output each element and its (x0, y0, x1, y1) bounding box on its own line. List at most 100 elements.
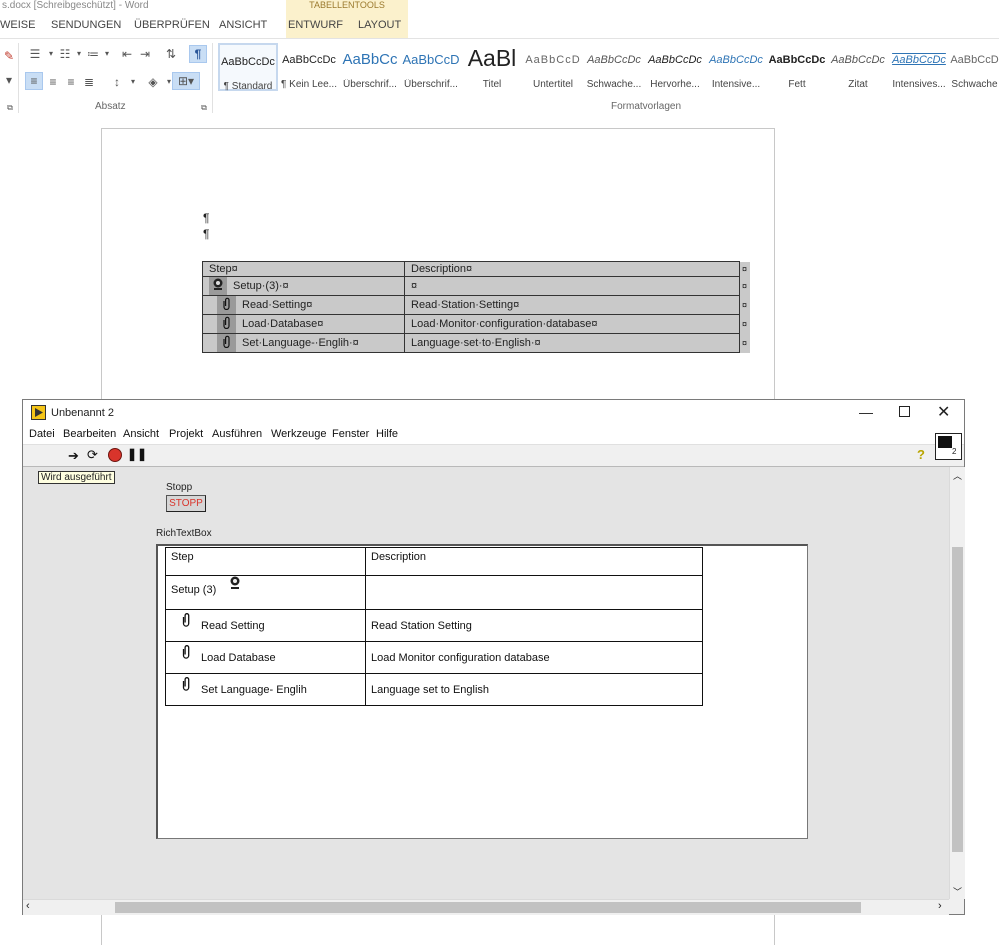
end-of-row-mark: ¤ (739, 333, 750, 353)
labview-toolbar: ➔ ⟳ ❚❚ ? 2 (23, 433, 964, 467)
style-fett[interactable]: AaBbCcDc Fett (767, 43, 827, 91)
vi-icon[interactable]: 2 (935, 433, 962, 460)
running-tooltip: Wird ausgeführt (38, 471, 115, 484)
vertical-scroll-thumb[interactable] (952, 547, 963, 852)
table-row: Load·Database¤ Load·Monitor·configuratio… (202, 314, 750, 334)
richtextbox-label: RichTextBox (156, 528, 212, 539)
style-ueberschrift-1[interactable]: AaBbCc Überschrif... (340, 43, 400, 91)
tab-entwurf[interactable]: ENTWURF (288, 19, 343, 31)
menu-ausfuehren[interactable]: Ausführen (212, 428, 262, 440)
table-cell[interactable]: Language·set·to·English·¤ (404, 333, 740, 353)
table-cell[interactable]: Load·Database¤ (202, 314, 405, 334)
table-cell[interactable]: Set·Language-·Englih·¤ (202, 333, 405, 353)
tab-weise[interactable]: WEISE (0, 19, 35, 31)
menu-werkzeuge[interactable]: Werkzeuge (271, 428, 326, 440)
table-cell[interactable]: Read·Station·Setting¤ (404, 295, 740, 315)
tab-sendungen[interactable]: SENDUNGEN (51, 19, 121, 31)
style-intensives-zitat[interactable]: AaBbCcDc Intensives... (889, 43, 949, 91)
paperclip-icon (217, 315, 236, 333)
style-standard[interactable]: AaBbCcDc ¶ Standard (218, 43, 278, 92)
minimize-icon[interactable]: — (859, 404, 873, 420)
show-formatting-marks-icon[interactable]: ¶ (189, 45, 207, 63)
format-painter-icon[interactable]: ✎ (0, 47, 18, 65)
context-help-icon[interactable]: ? (917, 447, 925, 462)
tab-layout[interactable]: LAYOUT (358, 19, 401, 31)
sort-icon[interactable]: ⇅ (162, 45, 180, 63)
tab-ansicht[interactable]: ANSICHT (219, 19, 267, 31)
horizontal-scrollbar[interactable]: ‹ › (23, 899, 949, 915)
labview-title-bar[interactable]: Unbenannt 2 — ✕ (23, 400, 964, 426)
table-cell[interactable]: Read Setting (165, 609, 366, 642)
style-untertitel[interactable]: AaBbCcD Untertitel (523, 43, 583, 91)
table-cell[interactable]: Load Database (165, 641, 366, 674)
table-header-cell[interactable]: Step¤ (202, 261, 405, 277)
style-intensive-hervorhebung[interactable]: AaBbCcDc Intensive... (706, 43, 766, 91)
webcam-icon (209, 277, 227, 295)
run-arrow-icon[interactable]: ➔ (68, 448, 79, 464)
table-cell[interactable]: Load·Monitor·configuration·database¤ (404, 314, 740, 334)
align-left-icon[interactable]: ≡ (25, 72, 43, 90)
table-cell[interactable]: Read·Setting¤ (202, 295, 405, 315)
style-kein-leerraum[interactable]: AaBbCcDc ¶ Kein Lee... (279, 43, 339, 91)
close-icon[interactable]: ✕ (937, 402, 950, 422)
table-row: Set·Language-·Englih·¤ Language·set·to·E… (202, 333, 750, 353)
horizontal-scroll-thumb[interactable] (115, 902, 861, 913)
paperclip-icon (181, 612, 191, 630)
table-cell[interactable]: Language set to English (365, 673, 703, 706)
dropdown-arrow-icon[interactable]: ▾ (0, 71, 18, 89)
scroll-down-icon[interactable]: ﹀ (953, 885, 962, 898)
table-row: Set Language- Englih Language set to Eng… (165, 673, 703, 706)
style-zitat[interactable]: AaBbCcDc Zitat (828, 43, 888, 91)
style-titel[interactable]: AaBl Titel (462, 43, 522, 91)
align-right-icon[interactable]: ≡ (62, 73, 80, 91)
tab-ueberpruefen[interactable]: ÜBERPRÜFEN (134, 19, 210, 31)
scroll-right-icon[interactable]: › (938, 900, 942, 912)
stop-label: Stopp (166, 482, 193, 493)
style-hervorhebung[interactable]: AaBbCcDc Hervorhe... (645, 43, 705, 91)
pause-icon[interactable]: ❚❚ (127, 447, 147, 461)
labview-window: Unbenannt 2 — ✕ Datei Bearbeiten Ansicht… (22, 399, 965, 915)
paragraph-mark: ¶ (203, 227, 210, 241)
menu-projekt[interactable]: Projekt (169, 428, 203, 440)
ribbon-tabs: WEISE SENDUNGEN ÜBERPRÜFEN ANSICHT ENTWU… (0, 14, 999, 38)
paperclip-icon (181, 644, 191, 662)
style-ueberschrift-2[interactable]: AaBbCcD Überschrif... (401, 43, 461, 91)
word-table[interactable]: Step¤ Description¤ ¤ Setup·(3)·¤ ¤ ¤ Rea… (202, 261, 750, 353)
line-spacing-dropdown-icon[interactable]: ▾ (124, 73, 142, 91)
increase-indent-icon[interactable]: ⇥ (136, 45, 154, 63)
table-cell[interactable]: Read Station Setting (365, 609, 703, 642)
table-cell[interactable]: Set Language- Englih (165, 673, 366, 706)
style-schwacher-verweis[interactable]: AaBbCcD Schwache (950, 43, 999, 91)
multilevel-dropdown-icon[interactable]: ▾ (98, 45, 116, 63)
end-of-row-mark: ¤ (739, 276, 750, 296)
abort-icon[interactable] (108, 448, 122, 462)
vertical-scrollbar[interactable]: ︿ ﹀ (949, 467, 965, 899)
richtextbox[interactable]: Step Description Setup (3) Read Setting (156, 544, 808, 839)
table-cell[interactable] (365, 575, 703, 610)
menu-fenster[interactable]: Fenster (332, 428, 369, 440)
menu-datei[interactable]: Datei (29, 428, 55, 440)
table-cell[interactable]: Setup (3) (165, 575, 366, 610)
table-cell[interactable]: Setup·(3)·¤ (202, 276, 405, 296)
table-header-cell[interactable]: Description (365, 547, 703, 576)
table-header-cell[interactable]: Step (165, 547, 366, 576)
menu-hilfe[interactable]: Hilfe (376, 428, 398, 440)
word-window-title: s.docx [Schreibgeschützt] - Word (2, 0, 149, 11)
table-header-cell[interactable]: Description¤ (404, 261, 740, 277)
scroll-up-icon[interactable]: ︿ (953, 469, 962, 482)
labview-app-icon (31, 405, 46, 423)
style-schwache-hervorhebung[interactable]: AaBbCcDc Schwache... (584, 43, 644, 91)
decrease-indent-icon[interactable]: ⇤ (118, 45, 136, 63)
maximize-icon[interactable] (899, 406, 910, 417)
stop-button[interactable]: STOPP (166, 495, 206, 512)
menu-bearbeiten[interactable]: Bearbeiten (63, 428, 116, 440)
menu-ansicht[interactable]: Ansicht (123, 428, 159, 440)
end-of-row-mark: ¤ (739, 261, 750, 277)
justify-icon[interactable]: ≣ (80, 73, 98, 91)
align-center-icon[interactable]: ≡ (44, 73, 62, 91)
borders-icon[interactable]: ⊞▾ (172, 72, 200, 90)
run-continuously-icon[interactable]: ⟳ (87, 447, 98, 463)
table-cell[interactable]: ¤ (404, 276, 740, 296)
table-cell[interactable]: Load Monitor configuration database (365, 641, 703, 674)
scroll-left-icon[interactable]: ‹ (26, 900, 30, 912)
